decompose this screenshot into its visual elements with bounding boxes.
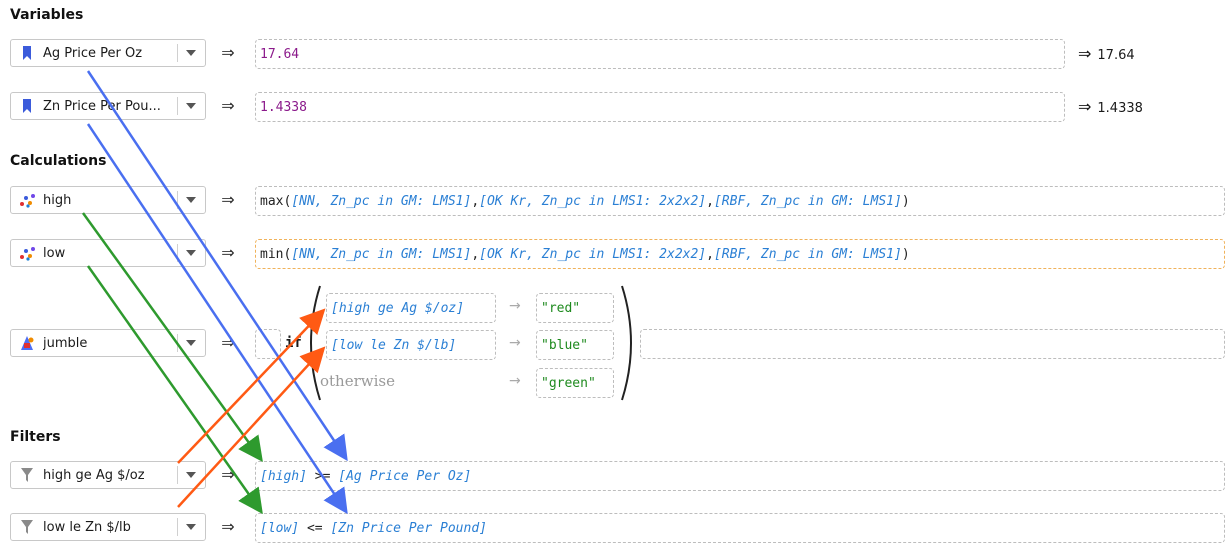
result-value: 17.64 <box>1097 48 1135 63</box>
reference: [RBF, Zn_pc in GM: LMS1] <box>713 246 902 262</box>
combo-separator <box>177 97 178 115</box>
comma: , <box>706 246 714 262</box>
chevron-down-icon[interactable] <box>186 250 196 256</box>
filter-icon <box>17 517 37 537</box>
implies-symbol: ⇒ <box>221 96 235 115</box>
condition-field[interactable]: [high ge Ag $/oz] <box>326 293 496 323</box>
reference: [Zn Price Per Pound] <box>330 520 487 536</box>
operator: >= <box>306 468 339 484</box>
expression-field-low[interactable]: min([NN, Zn_pc in GM: LMS1], [OK Kr, Zn_… <box>255 239 1225 269</box>
section-calculations: Calculations <box>10 153 107 169</box>
combo-separator <box>177 244 178 262</box>
chevron-down-icon[interactable] <box>186 197 196 203</box>
string-literal: "green" <box>541 375 596 391</box>
number-literal: 1.4338 <box>260 99 307 115</box>
map-arrow: → <box>509 298 521 314</box>
reference: [OK Kr, Zn_pc in LMS1: 2x2x2] <box>479 246 707 262</box>
scatter-icon <box>17 243 37 263</box>
bookmark-icon <box>17 96 37 116</box>
string-literal: "red" <box>541 300 581 316</box>
calculation-label: high <box>43 192 72 208</box>
reference: [low le Zn $/lb] <box>331 337 457 353</box>
calculation-select-low[interactable]: low <box>10 239 206 267</box>
chevron-down-icon[interactable] <box>186 472 196 478</box>
result-value-field[interactable]: "red" <box>536 293 614 323</box>
string-literal: "blue" <box>541 337 588 353</box>
reference: [NN, Zn_pc in GM: LMS1] <box>291 246 472 262</box>
filter-label: low le Zn $/lb <box>43 519 131 535</box>
filter-expression-field[interactable]: [high] >= [Ag Price Per Oz] <box>255 461 1225 491</box>
calculation-select-high[interactable]: high <box>10 186 206 214</box>
comma: , <box>471 193 480 209</box>
implies-symbol: ⇒ <box>221 333 235 352</box>
combo-separator <box>177 191 178 209</box>
calculation-label: jumble <box>43 335 88 351</box>
combo-separator <box>177 44 178 62</box>
implies-symbol: ⇒ <box>221 243 235 262</box>
close-paren: ) <box>901 246 910 262</box>
number-literal: 17.64 <box>260 46 300 62</box>
reference: [RBF, Zn_pc in GM: LMS1] <box>713 193 902 209</box>
condition-field[interactable]: [low le Zn $/lb] <box>326 330 496 360</box>
if-handle-box[interactable] <box>255 329 281 359</box>
map-arrow: → <box>509 373 521 389</box>
calculation-select-jumble[interactable]: jumble <box>10 329 206 357</box>
reference: [low] <box>260 520 300 536</box>
result-arrow: ⇒ <box>1078 97 1092 116</box>
filter-select-high-ge[interactable]: high ge Ag $/oz <box>10 461 206 489</box>
result-value-field[interactable]: "green" <box>536 368 614 398</box>
close-paren: ) <box>901 193 910 209</box>
combo-separator <box>177 518 178 536</box>
variable-result: ⇒ 17.64 <box>1078 44 1135 63</box>
result-arrow: ⇒ <box>1078 44 1092 63</box>
calculation-label: low <box>43 245 66 261</box>
function-name: max( <box>260 193 292 209</box>
map-arrow: → <box>509 335 521 351</box>
implies-symbol: ⇒ <box>221 190 235 209</box>
result-value-field[interactable]: "blue" <box>536 330 614 360</box>
scatter-icon <box>17 190 37 210</box>
variable-label: Zn Price Per Pou... <box>43 98 161 114</box>
otherwise-label: otherwise <box>320 372 395 390</box>
variable-select-zn-price[interactable]: Zn Price Per Pou... <box>10 92 206 120</box>
section-filters: Filters <box>10 429 61 445</box>
result-value: 1.4338 <box>1097 101 1143 116</box>
comma: , <box>471 246 480 262</box>
operator: <= <box>299 520 331 536</box>
filter-label: high ge Ag $/oz <box>43 467 145 483</box>
variable-select-ag-price[interactable]: Ag Price Per Oz <box>10 39 206 67</box>
bookmark-icon <box>17 43 37 63</box>
variable-label: Ag Price Per Oz <box>43 45 143 61</box>
combo-separator <box>177 466 178 484</box>
filter-icon <box>17 465 37 485</box>
chevron-down-icon[interactable] <box>186 524 196 530</box>
implies-symbol: ⇒ <box>221 43 235 62</box>
chevron-down-icon[interactable] <box>186 340 196 346</box>
expression-field-high[interactable]: max([NN, Zn_pc in GM: LMS1], [OK Kr, Zn_… <box>255 186 1225 216</box>
combo-separator <box>177 334 178 352</box>
variable-result: ⇒ 1.4338 <box>1078 97 1143 116</box>
comma: , <box>706 193 714 209</box>
jumble-trailing-field[interactable] <box>640 329 1225 359</box>
chevron-down-icon[interactable] <box>186 103 196 109</box>
reference: [high] <box>260 468 307 484</box>
reference: [Ag Price Per Oz] <box>338 468 472 484</box>
variable-value-field[interactable]: 17.64 <box>255 39 1065 69</box>
filter-select-low-le[interactable]: low le Zn $/lb <box>10 513 206 541</box>
reference: [high ge Ag $/oz] <box>331 300 465 316</box>
section-variables: Variables <box>10 7 84 23</box>
reference: [OK Kr, Zn_pc in LMS1: 2x2x2] <box>479 193 707 209</box>
filter-expression-field[interactable]: [low] <= [Zn Price Per Pound] <box>255 513 1225 543</box>
reference: [NN, Zn_pc in GM: LMS1] <box>291 193 472 209</box>
variable-value-field[interactable]: 1.4338 <box>255 92 1065 122</box>
category-icon <box>17 333 37 353</box>
function-name: min( <box>260 246 292 262</box>
implies-symbol: ⇒ <box>221 465 235 484</box>
implies-symbol: ⇒ <box>221 517 235 536</box>
chevron-down-icon[interactable] <box>186 50 196 56</box>
